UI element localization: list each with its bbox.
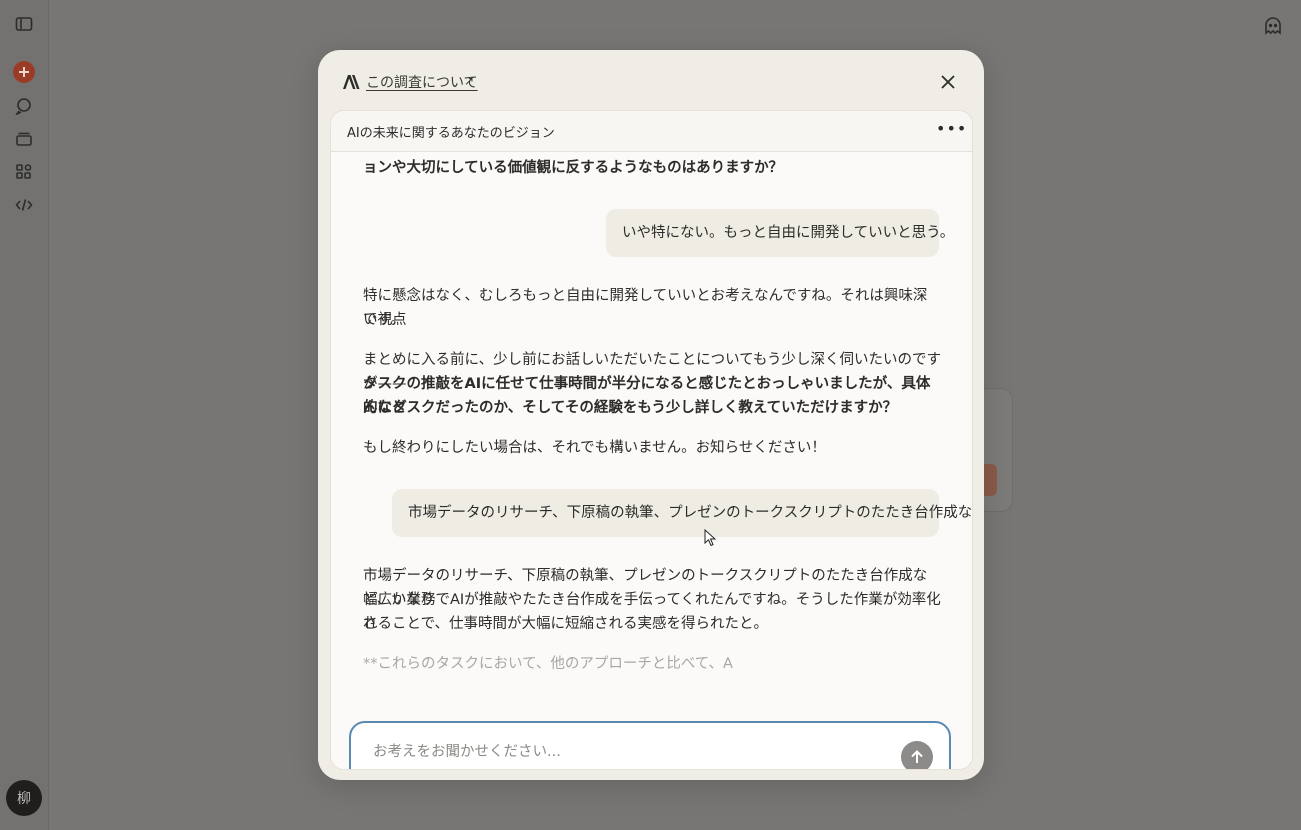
reply-composer[interactable] bbox=[349, 721, 951, 769]
projects-icon[interactable] bbox=[14, 129, 34, 149]
external-link-icon: ↗ bbox=[464, 74, 475, 88]
streaming-message-line: **これらのタスクにおいて、他のアプローチと比べて、A bbox=[363, 656, 733, 672]
anthropic-logo-icon bbox=[343, 75, 360, 89]
user-message: 市場データのリサーチ、下原稿の執筆、プレゼンのトークスクリプトのたたき台作成など bbox=[392, 489, 972, 537]
mouse-cursor-icon bbox=[704, 529, 716, 547]
assistant-message-line: もし終わりにしたい場合は、それでも構いません。お知らせください！ bbox=[363, 440, 826, 456]
assistant-message-tail: ョンや大切にしている価値観に反するようなものはありますか？ bbox=[363, 160, 784, 176]
chat-title: AIの未来に関するあなたのビジョン bbox=[347, 126, 555, 141]
assistant-question-line: んなタスクだったのか、そしてその経験をもう少し詳しく教えていただけますか？ bbox=[363, 400, 898, 416]
plus-icon bbox=[19, 67, 29, 77]
new-chat-button[interactable] bbox=[13, 61, 35, 83]
message-list[interactable]: ョンや大切にしている価値観に反するようなものはありますか？ いや特にない。もっと… bbox=[331, 151, 972, 769]
close-icon bbox=[941, 75, 955, 89]
avatar[interactable]: 柳 bbox=[6, 780, 42, 816]
assistant-message-line: です。 bbox=[363, 312, 406, 328]
code-icon[interactable] bbox=[14, 195, 34, 215]
user-message: いや特にない。もっと自由に開発していいと思う。 bbox=[606, 209, 954, 257]
artifacts-icon[interactable] bbox=[14, 162, 34, 182]
assistant-message-line: れることで、仕事時間が大幅に短縮される実感を得られたと。 bbox=[363, 616, 768, 632]
survey-modal: この調査について ↗ AIの未来に関するあなたのビジョン ••• ョンや大切にし… bbox=[318, 50, 984, 780]
chat-panel: AIの未来に関するあなたのビジョン ••• ョンや大切にしている価値観に反するよ… bbox=[330, 110, 973, 770]
chat-search-icon[interactable] bbox=[14, 96, 34, 116]
chat-header: AIの未来に関するあなたのビジョン ••• bbox=[331, 111, 972, 152]
reply-input[interactable] bbox=[371, 743, 875, 761]
more-options-button[interactable]: ••• bbox=[936, 121, 966, 138]
send-button[interactable] bbox=[901, 741, 933, 769]
close-button[interactable] bbox=[940, 74, 956, 90]
modal-header: この調査について ↗ bbox=[318, 50, 984, 112]
ghost-icon[interactable] bbox=[1263, 16, 1283, 36]
about-survey-link[interactable]: この調査について bbox=[366, 72, 478, 92]
left-sidebar: 柳 bbox=[0, 0, 49, 830]
sidebar-toggle-icon[interactable] bbox=[14, 14, 34, 34]
arrow-up-icon bbox=[911, 750, 923, 763]
